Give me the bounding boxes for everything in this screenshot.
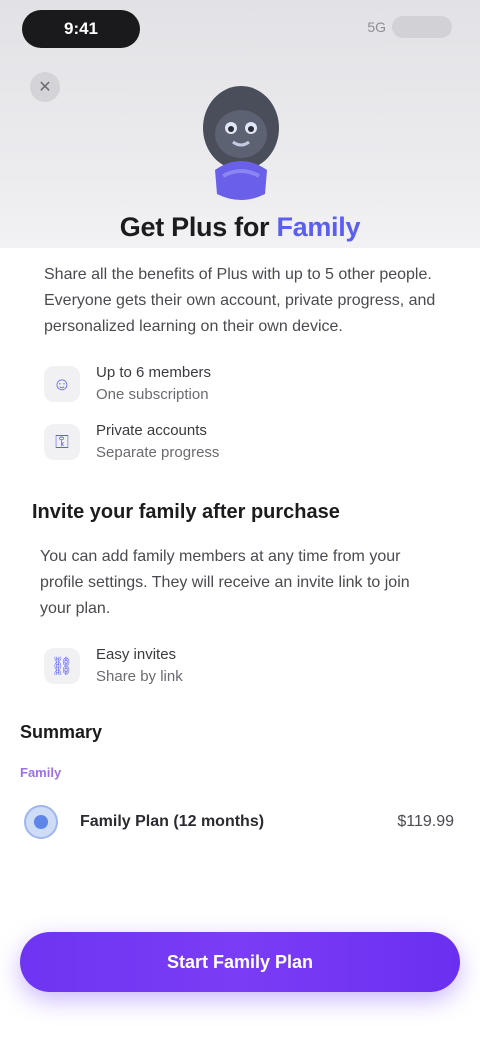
feature-title: Up to 6 members xyxy=(96,364,212,381)
close-icon: ✕ xyxy=(38,79,52,96)
feature-subtitle: Share by link xyxy=(96,668,183,685)
family-plan-screen: 9:41 5G ✕ Get Plus for Family Share all xyxy=(0,0,480,1040)
lock-icon: ⚿ xyxy=(44,424,80,460)
feature-list: ☺ Up to 6 members One subscription ⚿ Pri… xyxy=(44,362,480,464)
start-family-plan-button[interactable]: Start Family Plan xyxy=(20,932,460,992)
hero-header: 9:41 5G ✕ Get Plus for Family xyxy=(0,0,480,248)
feature-title: Easy invites xyxy=(96,646,177,663)
feature-text: Up to 6 members One subscription xyxy=(96,362,211,406)
feature-subtitle: Separate progress xyxy=(96,444,220,461)
plan-option[interactable]: Family Plan (12 months) $119.99 xyxy=(24,802,460,842)
page-title: Get Plus for Family xyxy=(0,212,480,243)
feature-item: ⚿ Private accounts Separate progress xyxy=(44,420,480,464)
feature-subtitle: One subscription xyxy=(96,386,209,403)
title-main: Get Plus for xyxy=(119,212,270,242)
section-feature: ⛓ Easy invites Share by link xyxy=(44,644,480,688)
plan-option-label: Family Plan (12 months) xyxy=(80,813,265,830)
cta-container: Start Family Plan xyxy=(0,900,480,1040)
feature-title: Private accounts xyxy=(96,422,207,439)
feature-item: ⛓ Easy invites Share by link xyxy=(44,644,480,688)
radio-selected-icon[interactable] xyxy=(24,805,58,839)
mascot-illustration xyxy=(203,86,279,200)
summary-label: Summary xyxy=(20,722,103,742)
link-icon: ⛓ xyxy=(44,648,80,684)
plan-tag: Family xyxy=(20,765,62,780)
title-accent: Family xyxy=(276,212,361,242)
radio-dot xyxy=(34,815,48,829)
plan-option-price: $119.99 xyxy=(397,813,454,830)
people-icon: ☺ xyxy=(44,366,80,402)
status-bar: 9:41 5G xyxy=(0,0,480,60)
intro-text: Share all the benefits of Plus with up t… xyxy=(44,266,436,335)
battery-icon xyxy=(392,16,452,38)
status-indicators: 5G xyxy=(367,16,452,38)
feature-item: ☺ Up to 6 members One subscription xyxy=(44,362,480,406)
section-body: You can add family members at any time f… xyxy=(40,548,410,617)
status-time: 9:41 xyxy=(22,10,140,48)
feature-text: Easy invites Share by link xyxy=(96,644,183,688)
network-label: 5G xyxy=(367,19,386,35)
close-button[interactable]: ✕ xyxy=(30,72,60,102)
feature-text: Private accounts Separate progress xyxy=(96,420,219,464)
section-title: Invite your family after purchase xyxy=(32,501,340,523)
main-content: Share all the benefits of Plus with up t… xyxy=(0,262,480,842)
